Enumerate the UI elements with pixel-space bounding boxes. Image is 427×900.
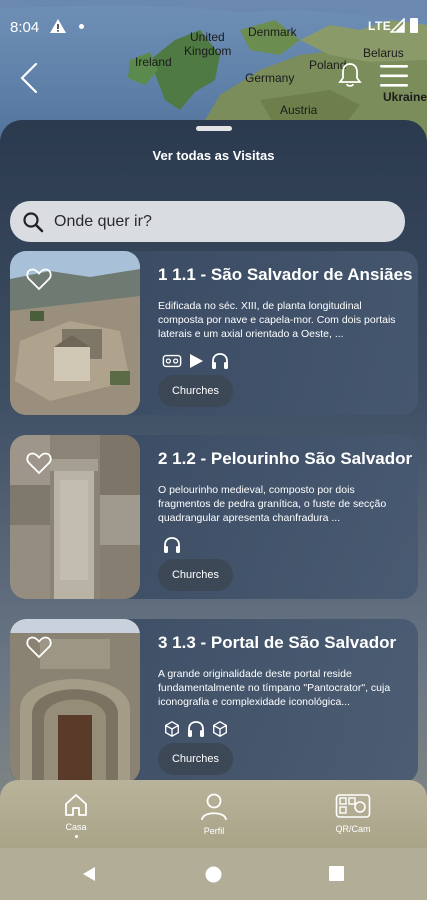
visit-title[interactable]: 2 1.2 - Pelourinho São Salvador — [158, 449, 416, 469]
back-button[interactable] — [14, 60, 44, 96]
system-recents-icon[interactable] — [329, 866, 344, 881]
visit-description: A grande originalidade deste portal resi… — [158, 668, 391, 708]
favorite-heart-icon[interactable] — [26, 635, 52, 659]
visit-title[interactable]: 3 1.3 - Portal de São Salvador — [158, 633, 416, 653]
person-icon — [201, 793, 227, 821]
visit-title[interactable]: 1 1.1 - São Salvador de Ansiães — [158, 265, 416, 285]
3d-cube-icon — [213, 721, 227, 737]
active-indicator — [74, 835, 78, 838]
hamburger-menu-icon — [380, 65, 408, 87]
map-label-germany: Germany — [245, 71, 295, 85]
favorite-heart-icon[interactable] — [26, 451, 52, 475]
bottom-navigation: Casa Perfil QR/Cam — [0, 780, 427, 848]
visit-description: Edificada no séc. XIII, de planta longit… — [158, 300, 396, 340]
headphones-icon — [212, 353, 228, 369]
sheet-drag-handle[interactable] — [196, 126, 232, 131]
headphones-icon — [164, 537, 180, 553]
vr-headset-icon — [162, 354, 182, 368]
map-label-ukraine: Ukraine — [383, 90, 427, 104]
signal-icon — [390, 18, 405, 33]
system-navigation-bar — [0, 848, 427, 900]
search-input[interactable] — [54, 212, 374, 231]
category-tag[interactable]: Churches — [158, 743, 233, 775]
nav-label: Casa — [65, 822, 87, 832]
visit-media-icons — [162, 535, 182, 555]
map-label-ireland: Ireland — [135, 55, 172, 69]
nav-item-perfil[interactable]: Perfil — [194, 792, 234, 836]
nav-item-casa[interactable]: Casa — [58, 792, 94, 838]
search-icon — [23, 211, 44, 232]
warning-icon — [50, 19, 66, 33]
favorite-heart-icon[interactable] — [26, 267, 52, 291]
qr-camera-icon — [335, 794, 371, 818]
notification-dot-icon — [79, 24, 84, 29]
network-type: LTE — [368, 19, 392, 33]
sheet-title: Ver todas as Visitas — [152, 148, 275, 163]
notifications-button[interactable] — [337, 61, 363, 89]
nav-item-qr-cam[interactable]: QR/Cam — [330, 792, 376, 834]
visit-card[interactable]: 2 1.2 - Pelourinho São Salvador O pelour… — [10, 435, 418, 599]
nav-label: Perfil — [203, 826, 225, 836]
system-home-icon[interactable] — [205, 866, 222, 883]
bell-icon — [338, 63, 362, 87]
system-back-icon[interactable] — [81, 866, 97, 882]
battery-icon — [410, 18, 418, 33]
visit-media-icons — [162, 351, 230, 371]
category-tag[interactable]: Churches — [158, 559, 233, 591]
status-time: 8:04 — [10, 19, 40, 36]
menu-button[interactable] — [378, 62, 410, 90]
visit-media-icons — [162, 719, 230, 739]
headphones-icon — [188, 721, 204, 737]
visit-description: O pelourinho medieval, composto por dois… — [158, 484, 387, 524]
map-label-austria: Austria — [280, 103, 318, 117]
nav-label: QR/Cam — [335, 824, 371, 834]
status-bar: 8:04 LTE — [0, 0, 427, 54]
chevron-left-icon — [20, 62, 38, 94]
play-icon — [190, 354, 203, 368]
search-bar[interactable] — [10, 201, 405, 242]
category-tag[interactable]: Churches — [158, 375, 233, 407]
visit-card[interactable]: 3 1.3 - Portal de São Salvador A grande … — [10, 619, 418, 783]
3d-cube-icon — [165, 721, 179, 737]
visit-card[interactable]: 1 1.1 - São Salvador de Ansiães Edificad… — [10, 251, 418, 415]
home-icon — [65, 794, 87, 816]
